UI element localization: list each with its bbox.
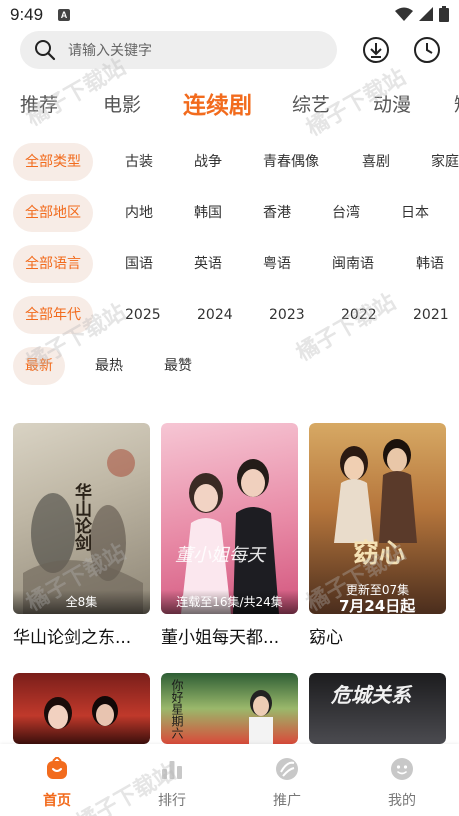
- filter-chip[interactable]: 香港: [263, 194, 291, 232]
- show-card[interactable]: 你好星期六: [161, 673, 298, 744]
- filter-chip-all-years[interactable]: 全部年代: [13, 296, 93, 334]
- tab-anime[interactable]: 动漫: [373, 90, 411, 117]
- tab-movie[interactable]: 电影: [103, 90, 141, 117]
- filter-chip[interactable]: 战争: [194, 143, 222, 181]
- nav-label-ranking: 排行: [158, 793, 186, 809]
- tab-short[interactable]: 短: [454, 90, 459, 117]
- show-title: 窈心: [309, 628, 343, 648]
- ranking-icon: [162, 761, 182, 779]
- filter-chip-all-types[interactable]: 全部类型: [13, 143, 93, 181]
- search-input[interactable]: 请输入关键字: [20, 31, 337, 69]
- filter-chip-all-regions[interactable]: 全部地区: [13, 194, 93, 232]
- poster-image: [13, 673, 150, 744]
- profile-icon: [391, 758, 413, 780]
- poster-art: [44, 696, 118, 729]
- home-icon: [47, 757, 67, 779]
- nav-label-promote: 推广: [273, 793, 301, 809]
- show-card[interactable]: 窈心 7月24日起 更新至07集 窈心: [309, 423, 446, 661]
- filter-chip[interactable]: 韩语: [416, 245, 444, 283]
- wifi-icon: [395, 7, 413, 21]
- nav-label-profile: 我的: [388, 793, 416, 809]
- filter-chip[interactable]: 青春偶像: [263, 143, 319, 181]
- filter-chip[interactable]: 2023: [269, 296, 305, 334]
- sort-chip-latest[interactable]: 最新: [13, 347, 65, 385]
- promote-icon: [276, 758, 298, 780]
- poster-art: [181, 459, 279, 614]
- show-title: 董小姐每天都...: [161, 628, 280, 648]
- poster-image: 危城关系: [309, 673, 446, 744]
- filter-chip[interactable]: 内地: [125, 194, 153, 232]
- filter-chip[interactable]: 2025: [125, 296, 161, 334]
- poster-title-art: 危城关系: [331, 683, 411, 707]
- show-card[interactable]: 危城关系: [309, 673, 446, 744]
- nav-home[interactable]: 首页: [17, 744, 97, 816]
- show-card[interactable]: 董小姐每天 连载至16集/共24集 董小姐每天都...: [161, 423, 298, 661]
- filter-chip[interactable]: 日本: [401, 194, 429, 232]
- episode-badge: 连载至16集/共24集: [161, 590, 298, 614]
- poster-title-art: 董小姐每天: [175, 545, 265, 566]
- battery-icon: [439, 6, 449, 22]
- nav-label-home: 首页: [43, 793, 71, 809]
- filter-chip[interactable]: 喜剧: [362, 143, 390, 181]
- poster-title-art: 窈心: [353, 539, 406, 569]
- tab-series[interactable]: 连续剧: [183, 86, 252, 120]
- filter-row-sort: 最新 最热 最赞: [0, 347, 459, 385]
- history-clock-icon[interactable]: [413, 36, 441, 64]
- filter-row-language: 全部语言 国语 英语 粤语 闽南语 韩语: [0, 245, 459, 283]
- filter-chip[interactable]: 韩国: [194, 194, 222, 232]
- show-title: 华山论剑之东...: [13, 628, 132, 648]
- show-card[interactable]: [13, 673, 150, 744]
- nav-profile[interactable]: 我的: [362, 744, 442, 816]
- nav-promote[interactable]: 推广: [247, 744, 327, 816]
- filter-row-region: 全部地区 内地 韩国 香港 台湾 日本: [0, 194, 459, 232]
- search-icon: [35, 40, 56, 61]
- show-card[interactable]: 华山论剑 全8集 华山论剑之东...: [13, 423, 150, 661]
- filter-chip[interactable]: 家庭: [431, 143, 459, 181]
- filter-chip[interactable]: 2022: [341, 296, 377, 334]
- category-tabs: 推荐 电影 连续剧 综艺 动漫 短: [0, 82, 459, 128]
- status-time: 9:49: [10, 5, 44, 24]
- download-icon[interactable]: [362, 36, 390, 64]
- poster-image: 董小姐每天 连载至16集/共24集: [161, 423, 298, 614]
- notification-a-icon: A: [58, 9, 70, 21]
- filter-chip[interactable]: 闽南语: [332, 245, 374, 283]
- filter-chip[interactable]: 国语: [125, 245, 153, 283]
- filter-row-year: 全部年代 2025 2024 2023 2022 2021: [0, 296, 459, 334]
- filter-chip[interactable]: 古装: [125, 143, 153, 181]
- nav-ranking[interactable]: 排行: [132, 744, 212, 816]
- poster-image: 华山论剑 全8集: [13, 423, 150, 614]
- tab-recommend[interactable]: 推荐: [20, 90, 58, 117]
- poster-image: 你好星期六: [161, 673, 298, 744]
- filter-chip[interactable]: 2021: [413, 296, 449, 334]
- filter-chip[interactable]: 2024: [197, 296, 233, 334]
- filter-chip-all-languages[interactable]: 全部语言: [13, 245, 93, 283]
- status-bar: 9:49 A: [0, 0, 459, 30]
- episode-badge: 更新至07集: [345, 583, 410, 597]
- status-icons: [395, 6, 449, 22]
- filter-chip[interactable]: 粤语: [263, 245, 291, 283]
- tab-variety[interactable]: 综艺: [292, 90, 330, 117]
- poster-title-art: 华山论剑: [71, 483, 91, 551]
- filter-chip[interactable]: 英语: [194, 245, 222, 283]
- sort-chip-hottest[interactable]: 最热: [95, 347, 123, 385]
- filter-chip[interactable]: 台湾: [332, 194, 360, 232]
- poster-title-art: 你好星期六: [170, 679, 184, 739]
- sort-chip-most-liked[interactable]: 最赞: [164, 347, 192, 385]
- episode-badge: 全8集: [13, 590, 150, 614]
- poster-image: 窈心 7月24日起 更新至07集: [309, 423, 446, 614]
- search-placeholder: 请输入关键字: [68, 43, 152, 59]
- filter-row-type: 全部类型 古装 战争 青春偶像 喜剧 家庭: [0, 143, 459, 181]
- bottom-nav: 首页 排行 推广 我的: [0, 744, 459, 816]
- signal-icon: [419, 7, 433, 21]
